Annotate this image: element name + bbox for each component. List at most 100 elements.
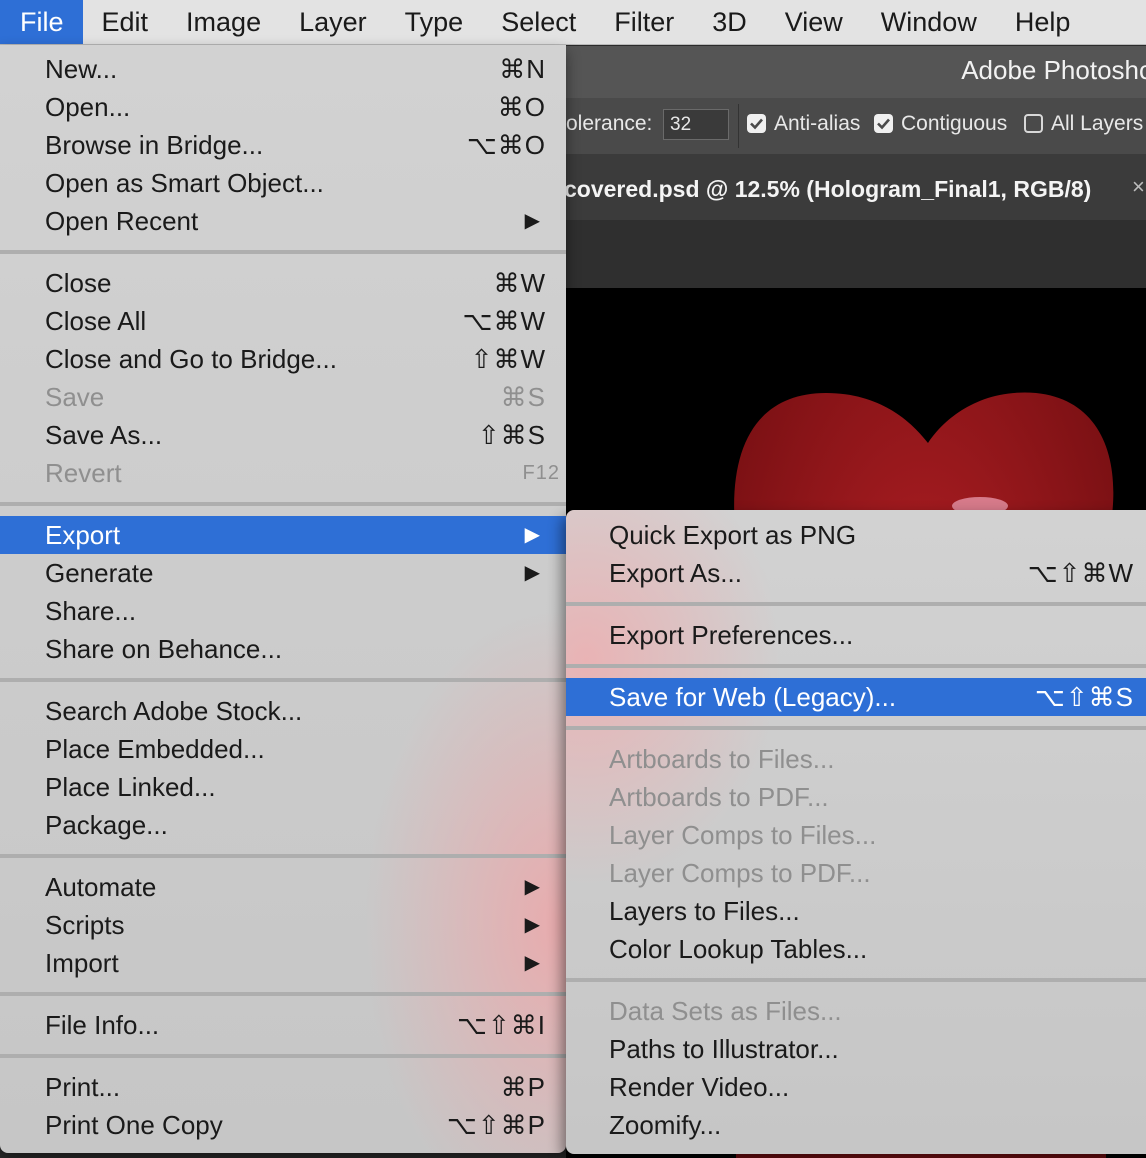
shortcut-text: ⌥⌘O xyxy=(466,130,546,160)
anti-alias-checkbox[interactable]: Anti-alias xyxy=(747,112,860,136)
menu-select[interactable]: Select xyxy=(482,0,595,44)
anti-alias-label: Anti-alias xyxy=(774,112,861,135)
file-menu-item-open-as-smart-object[interactable]: Open as Smart Object... xyxy=(0,164,566,202)
menu-window[interactable]: Window xyxy=(862,0,996,44)
menu-item-label: Place Embedded... xyxy=(45,734,265,764)
file-menu-item-open-recent[interactable]: Open Recent ▶ xyxy=(0,202,566,240)
menu-view[interactable]: View xyxy=(766,0,862,44)
export-menu-item-paths-to-illustrator[interactable]: Paths to Illustrator... xyxy=(566,1030,1146,1068)
shortcut-text: ⌘O xyxy=(497,92,546,122)
submenu-arrow-icon: ▶ xyxy=(524,524,540,546)
document-tab[interactable]: covered.psd @ 12.5% (Hologram_Final1, RG… xyxy=(564,154,1146,220)
menu-item-label: Close All xyxy=(45,306,147,336)
menu-bar: File Edit Image Layer Type Select Filter… xyxy=(0,0,1146,45)
export-menu-item-layer-comps-to-files: Layer Comps to Files... xyxy=(566,816,1146,854)
submenu-arrow-icon: ▶ xyxy=(524,876,540,898)
file-menu-item-automate[interactable]: Automate ▶ xyxy=(0,868,566,906)
file-menu-item-close-and-go-to-bridge[interactable]: Close and Go to Bridge... ⇧⌘W xyxy=(0,340,566,378)
file-menu-item-file-info[interactable]: File Info... ⌥⇧⌘I xyxy=(0,1006,566,1044)
menu-item-label: Generate xyxy=(45,558,154,588)
all-layers-label: All Layers xyxy=(1051,112,1144,135)
menu-separator xyxy=(566,978,1146,982)
file-menu-item-search-adobe-stock[interactable]: Search Adobe Stock... xyxy=(0,692,566,730)
file-menu-item-import[interactable]: Import ▶ xyxy=(0,944,566,982)
menu-item-label: Zoomify... xyxy=(609,1110,722,1140)
menu-help[interactable]: Help xyxy=(996,0,1090,44)
menu-item-label: Automate xyxy=(45,872,157,902)
menu-item-label: Place Linked... xyxy=(45,772,216,802)
menu-item-label: Print One Copy xyxy=(45,1110,223,1140)
file-menu-item-export[interactable]: Export ▶ xyxy=(0,516,566,554)
shortcut-text: ⌘N xyxy=(499,54,546,84)
menu-3d[interactable]: 3D xyxy=(693,0,766,44)
menu-separator xyxy=(0,992,566,996)
shortcut-text: ⌘W xyxy=(493,268,546,298)
file-menu-item-close-all[interactable]: Close All ⌥⌘W xyxy=(0,302,566,340)
file-menu-item-print-one-copy[interactable]: Print One Copy ⌥⇧⌘P xyxy=(0,1106,566,1144)
file-menu-item-place-embedded[interactable]: Place Embedded... xyxy=(0,730,566,768)
shortcut-text: F12 xyxy=(522,462,560,484)
file-menu-item-browse-in-bridge[interactable]: Browse in Bridge... ⌥⌘O xyxy=(0,126,566,164)
shortcut-text: ⌥⇧⌘S xyxy=(1034,682,1134,712)
menu-item-label: Export xyxy=(45,520,121,550)
panel-strip xyxy=(566,220,1146,288)
menu-item-label: File Info... xyxy=(45,1010,160,1040)
file-menu-item-place-linked[interactable]: Place Linked... xyxy=(0,768,566,806)
menu-separator xyxy=(0,678,566,682)
file-menu-item-save: Save ⌘S xyxy=(0,378,566,416)
shortcut-text: ⌥⇧⌘P xyxy=(446,1110,546,1140)
checkbox-checked-icon xyxy=(747,114,766,133)
shortcut-text: ⇧⌘S xyxy=(477,420,546,450)
contiguous-label: Contiguous xyxy=(901,112,1008,135)
menu-item-label: Scripts xyxy=(45,910,125,940)
submenu-arrow-icon: ▶ xyxy=(524,952,540,974)
file-menu-item-revert: Revert F12 xyxy=(0,454,566,492)
menu-item-label: Color Lookup Tables... xyxy=(609,934,868,964)
export-menu-item-render-video[interactable]: Render Video... xyxy=(566,1068,1146,1106)
menu-item-label: Open... xyxy=(45,92,131,122)
shortcut-text: ⌥⌘W xyxy=(462,306,546,336)
file-menu-item-save-as[interactable]: Save As... ⇧⌘S xyxy=(0,416,566,454)
contiguous-checkbox[interactable]: Contiguous xyxy=(874,112,1007,136)
file-menu-item-package[interactable]: Package... xyxy=(0,806,566,844)
menu-item-label: Artboards to PDF... xyxy=(609,782,829,812)
export-menu-item-quick-export-as-png[interactable]: Quick Export as PNG xyxy=(566,516,1146,554)
app-title: Adobe Photoshc xyxy=(961,55,1146,85)
shortcut-text: ⌘S xyxy=(500,382,546,412)
export-menu-item-layer-comps-to-pdf: Layer Comps to PDF... xyxy=(566,854,1146,892)
export-menu-item-zoomify[interactable]: Zoomify... xyxy=(566,1106,1146,1144)
menu-filter[interactable]: Filter xyxy=(595,0,693,44)
menu-edit[interactable]: Edit xyxy=(83,0,168,44)
export-menu-item-export-preferences[interactable]: Export Preferences... xyxy=(566,616,1146,654)
file-menu-item-generate[interactable]: Generate ▶ xyxy=(0,554,566,592)
file-menu-item-print[interactable]: Print... ⌘P xyxy=(0,1068,566,1106)
menu-layer[interactable]: Layer xyxy=(280,0,386,44)
menu-item-label: Save xyxy=(45,382,105,412)
menu-item-label: Search Adobe Stock... xyxy=(45,696,303,726)
menu-image[interactable]: Image xyxy=(167,0,280,44)
file-menu-item-close[interactable]: Close ⌘W xyxy=(0,264,566,302)
file-menu-item-open[interactable]: Open... ⌘O xyxy=(0,88,566,126)
file-menu-item-new[interactable]: New... ⌘N xyxy=(0,50,566,88)
all-layers-checkbox[interactable]: All Layers xyxy=(1024,112,1143,136)
file-menu-item-scripts[interactable]: Scripts ▶ xyxy=(0,906,566,944)
tolerance-input[interactable]: 32 xyxy=(663,109,729,140)
menu-item-label: Artboards to Files... xyxy=(609,744,835,774)
shortcut-text: ⌥⇧⌘I xyxy=(457,1010,546,1040)
close-icon[interactable]: × xyxy=(1132,174,1145,200)
document-tab-label: covered.psd @ 12.5% (Hologram_Final1, RG… xyxy=(564,176,1092,202)
export-menu-item-layers-to-files[interactable]: Layers to Files... xyxy=(566,892,1146,930)
export-menu-item-save-for-web-legacy[interactable]: Save for Web (Legacy)... ⌥⇧⌘S xyxy=(566,678,1146,716)
export-menu-item-color-lookup-tables[interactable]: Color Lookup Tables... xyxy=(566,930,1146,968)
export-menu-item-export-as[interactable]: Export As... ⌥⇧⌘W xyxy=(566,554,1146,592)
menu-item-label: Revert xyxy=(45,458,122,488)
file-menu-item-share-on-behance[interactable]: Share on Behance... xyxy=(0,630,566,668)
file-menu-item-share[interactable]: Share... xyxy=(0,592,566,630)
menu-type[interactable]: Type xyxy=(386,0,483,44)
menu-file[interactable]: File xyxy=(0,0,83,44)
menu-item-label: Package... xyxy=(45,810,168,840)
menu-item-label: Export As... xyxy=(609,558,742,588)
export-menu-item-artboards-to-files: Artboards to Files... xyxy=(566,740,1146,778)
submenu-arrow-icon: ▶ xyxy=(524,562,540,584)
menu-item-label: Layer Comps to PDF... xyxy=(609,858,871,888)
